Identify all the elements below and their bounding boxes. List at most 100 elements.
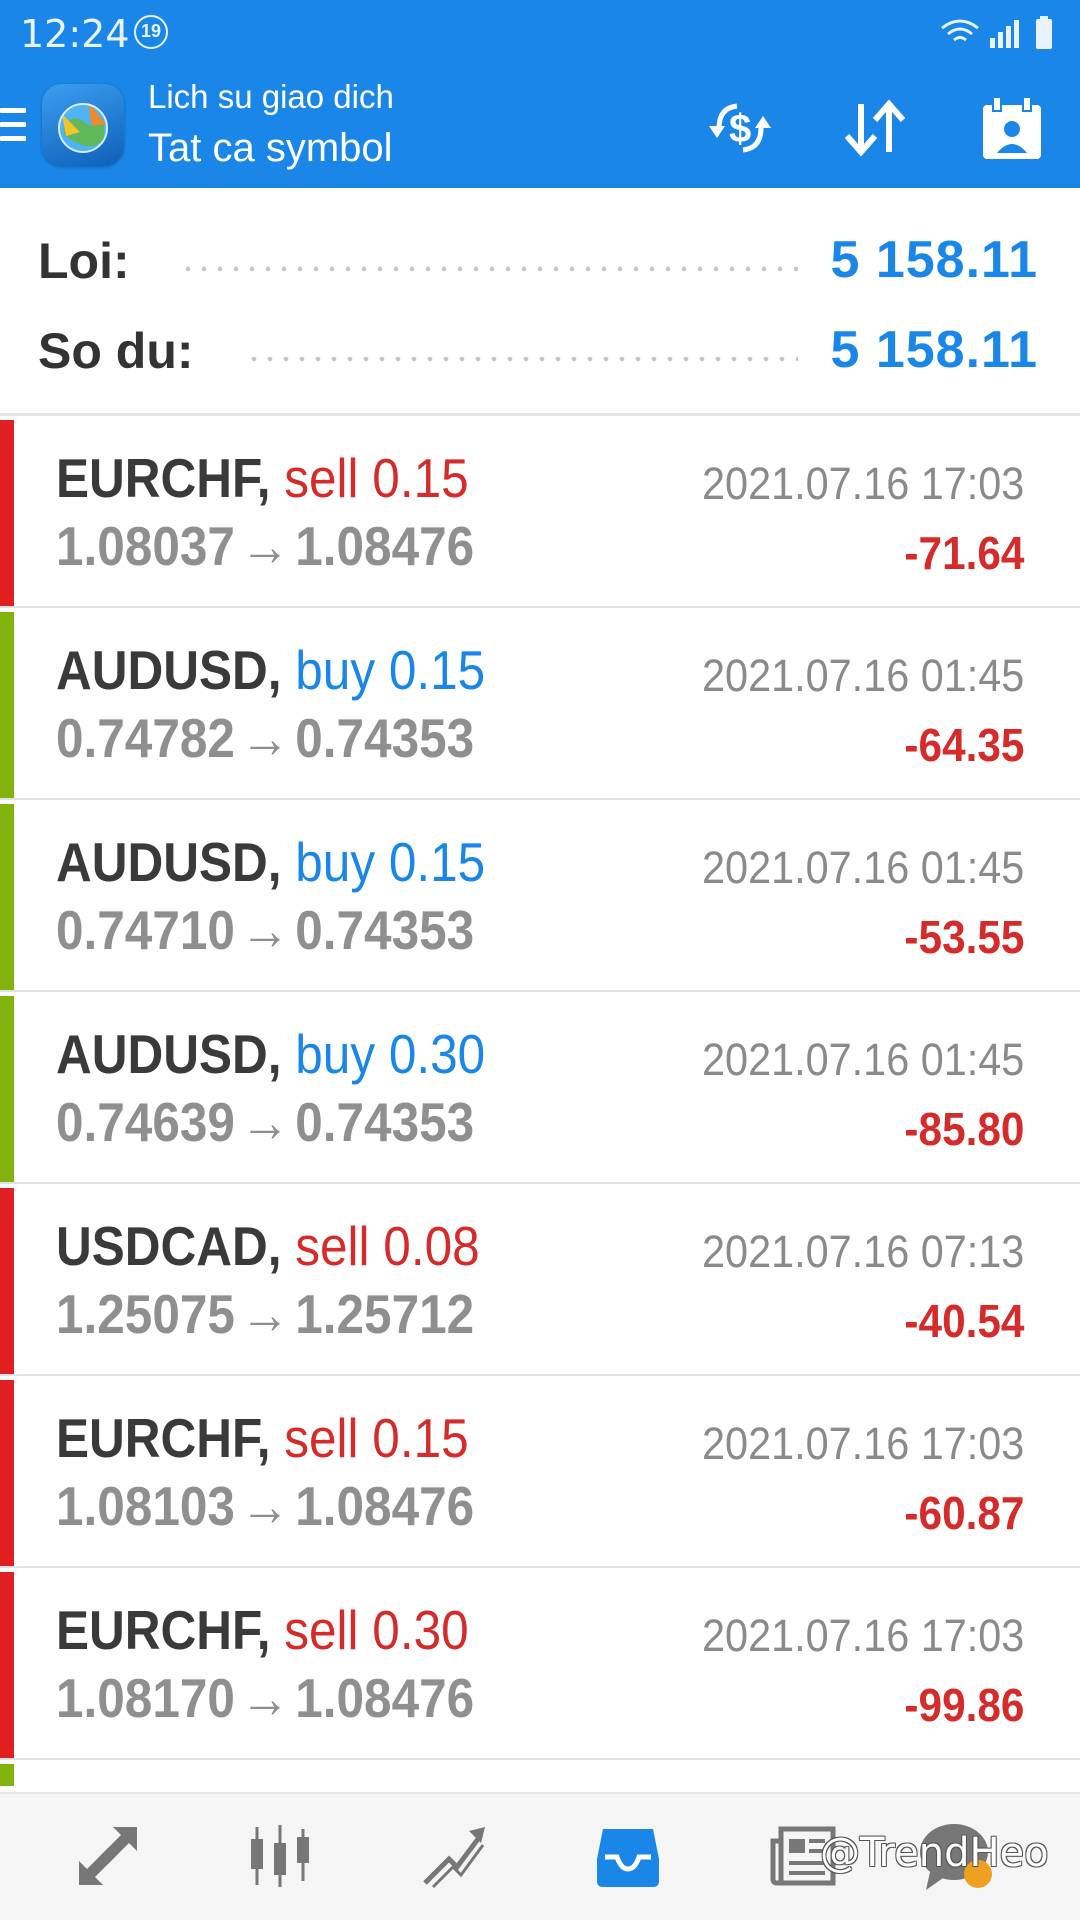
deal-close-price: 0.74353	[295, 899, 475, 961]
deal-row[interactable]: USDCAD, sell 0.08 1.25075→1.25712 2021.0…	[0, 1184, 1080, 1376]
app-logo	[42, 84, 124, 166]
profit-row: Loi: 5 158.11	[38, 228, 1038, 289]
deal-row[interactable]: AUDUSD, buy 0.15 0.74710→0.74353 2021.07…	[0, 800, 1080, 992]
deal-row[interactable]: AUDUSD, buy 0.30 0.74639→0.74353 2021.07…	[0, 992, 1080, 1184]
deal-close-price: 1.08476	[295, 515, 475, 577]
deal-type: sell	[284, 447, 359, 509]
deal-volume: 0.15	[388, 831, 486, 893]
currency-exchange-button[interactable]: $	[702, 90, 778, 166]
balance-label: So du:	[38, 323, 194, 379]
menu-icon[interactable]	[0, 108, 26, 148]
deal-type: buy	[295, 831, 376, 893]
deal-type: buy	[295, 639, 376, 701]
calendar-button[interactable]	[974, 90, 1050, 166]
summary-panel: Loi: 5 158.11 So du: 5 158.11	[0, 188, 1080, 416]
deal-open-price: 1.08037	[56, 515, 235, 577]
deal-open-price: 0.74782	[56, 707, 235, 769]
nav-quotes[interactable]	[68, 1816, 148, 1896]
deal-symbol: AUDUSD,	[56, 831, 282, 893]
calendar-icon	[983, 96, 1041, 159]
deal-volume: 0.08	[383, 1215, 480, 1277]
deal-row[interactable]: EURCHF, sell 0.15 1.08103→1.08476 2021.0…	[0, 1376, 1080, 1568]
deal-close-price: 0.74353	[295, 1091, 475, 1153]
deal-row[interactable]: EURCHF, sell 0.15 1.08037→1.08476 2021.0…	[0, 416, 1080, 608]
deal-profit: -64.35	[903, 719, 1024, 771]
deal-symbol: AUDUSD,	[56, 639, 282, 701]
nav-chart[interactable]	[240, 1816, 320, 1896]
arrow-right-icon: →	[240, 707, 290, 769]
deal-row[interactable]	[0, 1760, 1080, 1786]
deal-profit: -40.54	[903, 1295, 1024, 1347]
nav-trade[interactable]	[414, 1816, 494, 1896]
status-bar: 12:24 19	[0, 0, 1080, 64]
deal-header: EURCHF, sell 0.15	[56, 1406, 469, 1470]
deal-time: 2021.07.16 07:13	[701, 1226, 1024, 1277]
deal-prices: 1.25075→1.25712	[56, 1282, 474, 1346]
deal-volume: 0.15	[372, 447, 469, 509]
deal-prices: 1.08170→1.08476	[56, 1666, 474, 1730]
deal-volume: 0.15	[372, 1407, 469, 1469]
deal-profit: -99.86	[903, 1679, 1024, 1731]
profit-value: 5 158.11	[830, 231, 1038, 289]
deal-symbol: USDCAD,	[56, 1215, 282, 1277]
deal-header: USDCAD, sell 0.08	[56, 1214, 480, 1278]
bottom-nav: @TrendHeo	[0, 1792, 1080, 1920]
status-icons	[941, 16, 1052, 49]
deal-prices: 0.74782→0.74353	[56, 706, 474, 770]
app-subtitle: Lich su giao dich	[148, 78, 394, 115]
symbol-filter-title[interactable]: Tat ca symbol	[148, 126, 393, 171]
arrow-right-icon: →	[240, 515, 290, 577]
deal-open-price: 1.08103	[56, 1475, 235, 1537]
chart-icon	[251, 1825, 309, 1887]
arrow-right-icon: →	[240, 1475, 290, 1537]
arrow-right-icon: →	[240, 1667, 290, 1729]
deal-type-bar	[0, 612, 14, 798]
deal-prices: 0.74639→0.74353	[56, 1090, 474, 1154]
sort-icon	[844, 99, 906, 157]
deal-close-price: 1.25712	[295, 1283, 475, 1345]
deal-volume: 0.30	[372, 1599, 469, 1661]
leader-dots	[246, 356, 798, 362]
arrow-right-icon: →	[240, 1283, 290, 1345]
deal-time: 2021.07.16 17:03	[701, 1418, 1024, 1469]
deal-time: 2021.07.16 01:45	[701, 650, 1024, 701]
deal-time: 2021.07.16 01:45	[701, 1034, 1024, 1085]
deal-row[interactable]: AUDUSD, buy 0.15 0.74782→0.74353 2021.07…	[0, 608, 1080, 800]
deal-profit: -53.55	[903, 911, 1024, 963]
deal-row[interactable]: EURCHF, sell 0.30 1.08170→1.08476 2021.0…	[0, 1568, 1080, 1760]
deal-type: sell	[295, 1215, 370, 1277]
signal-icon	[990, 20, 1019, 48]
app-bar: Lich su giao dich Tat ca symbol $	[0, 64, 1080, 188]
deal-prices: 1.08103→1.08476	[56, 1474, 474, 1538]
deal-type-bar	[0, 1764, 14, 1786]
profit-label: Loi:	[38, 233, 130, 289]
deal-open-price: 1.08170	[56, 1667, 235, 1729]
deal-header: AUDUSD, buy 0.15	[56, 830, 485, 894]
battery-icon	[1036, 16, 1052, 49]
wifi-icon	[941, 19, 979, 42]
deal-header: AUDUSD, buy 0.15	[56, 638, 485, 702]
deal-symbol: EURCHF,	[56, 447, 271, 509]
deal-open-price: 0.74639	[56, 1091, 235, 1153]
deal-type-bar	[0, 420, 14, 606]
deal-time: 2021.07.16 01:45	[701, 842, 1024, 893]
deal-close-price: 0.74353	[295, 707, 475, 769]
watermark-text: @TrendHeo	[820, 1830, 1049, 1876]
history-icon	[597, 1829, 659, 1887]
deal-header: AUDUSD, buy 0.30	[56, 1022, 485, 1086]
arrow-right-icon: →	[240, 899, 290, 961]
sort-button[interactable]	[838, 90, 914, 166]
deal-header: EURCHF, sell 0.15	[56, 446, 469, 510]
leader-dots	[180, 266, 798, 272]
quotes-icon	[79, 1827, 137, 1885]
deal-close-price: 1.08476	[295, 1475, 475, 1537]
svg-text:$: $	[729, 107, 751, 151]
deal-type-bar	[0, 804, 14, 990]
balance-value: 5 158.11	[830, 321, 1038, 379]
status-time: 12:24	[20, 12, 130, 56]
deal-close-price: 1.08476	[295, 1667, 475, 1729]
deals-list: EURCHF, sell 0.15 1.08037→1.08476 2021.0…	[0, 416, 1080, 1786]
nav-history[interactable]	[588, 1816, 668, 1896]
deal-prices: 0.74710→0.74353	[56, 898, 474, 962]
deal-prices: 1.08037→1.08476	[56, 514, 474, 578]
